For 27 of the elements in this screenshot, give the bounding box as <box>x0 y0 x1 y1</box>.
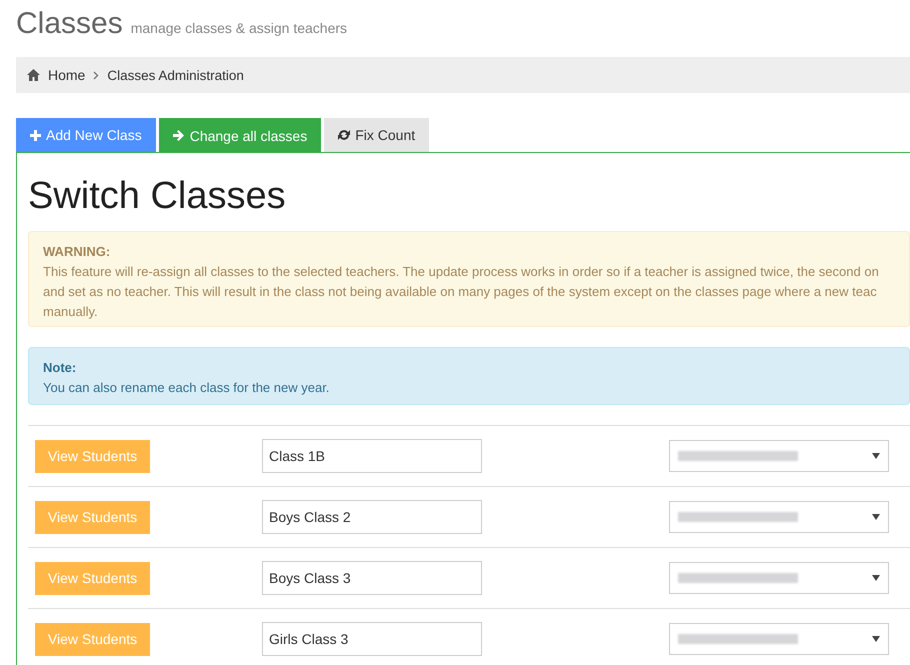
arrow-icon <box>172 130 185 141</box>
class-name-field[interactable]: Boys Class 2 <box>262 500 482 534</box>
alert-title: WARNING: <box>43 243 112 261</box>
caret-icon <box>872 514 880 520</box>
alert-text: This feature will re-assign all classes to the selected teachers. The update process works in order so if a teacher is assigned twice, the second on and set as no teacher. This will result in the class not being available on many pages of the system except on the classes page where a new teac manually. <box>43 263 879 321</box>
page-title: Classes <box>16 6 123 42</box>
teacher-select[interactable] <box>669 501 889 533</box>
class-name-field[interactable]: Class 1B <box>262 439 482 473</box>
teacher-select[interactable] <box>669 440 889 472</box>
caret-icon <box>872 453 880 459</box>
panel-heading: Switch Classes <box>28 174 287 219</box>
breadcrumb-link[interactable]: Home <box>48 67 86 83</box>
tab[interactable]: Fix Count <box>324 118 430 152</box>
page-subtitle: manage classes & assign teachers <box>130 20 348 36</box>
class-name-field[interactable]: Boys Class 3 <box>262 561 482 595</box>
teacher-select[interactable] <box>669 623 889 655</box>
alert-title: Note: <box>43 359 78 377</box>
chevron-icon <box>93 70 100 80</box>
caret-icon <box>872 575 880 581</box>
breadcrumb-current: Classes Administration <box>107 68 244 82</box>
caret-icon <box>872 636 880 642</box>
home-icon <box>27 69 40 81</box>
refresh-icon <box>338 129 350 141</box>
plus-icon <box>30 130 41 140</box>
teacher-select[interactable] <box>669 562 889 594</box>
class-name-field[interactable]: Girls Class 3 <box>262 622 482 656</box>
alert-text: You can also rename each class for the new year. <box>43 379 330 397</box>
